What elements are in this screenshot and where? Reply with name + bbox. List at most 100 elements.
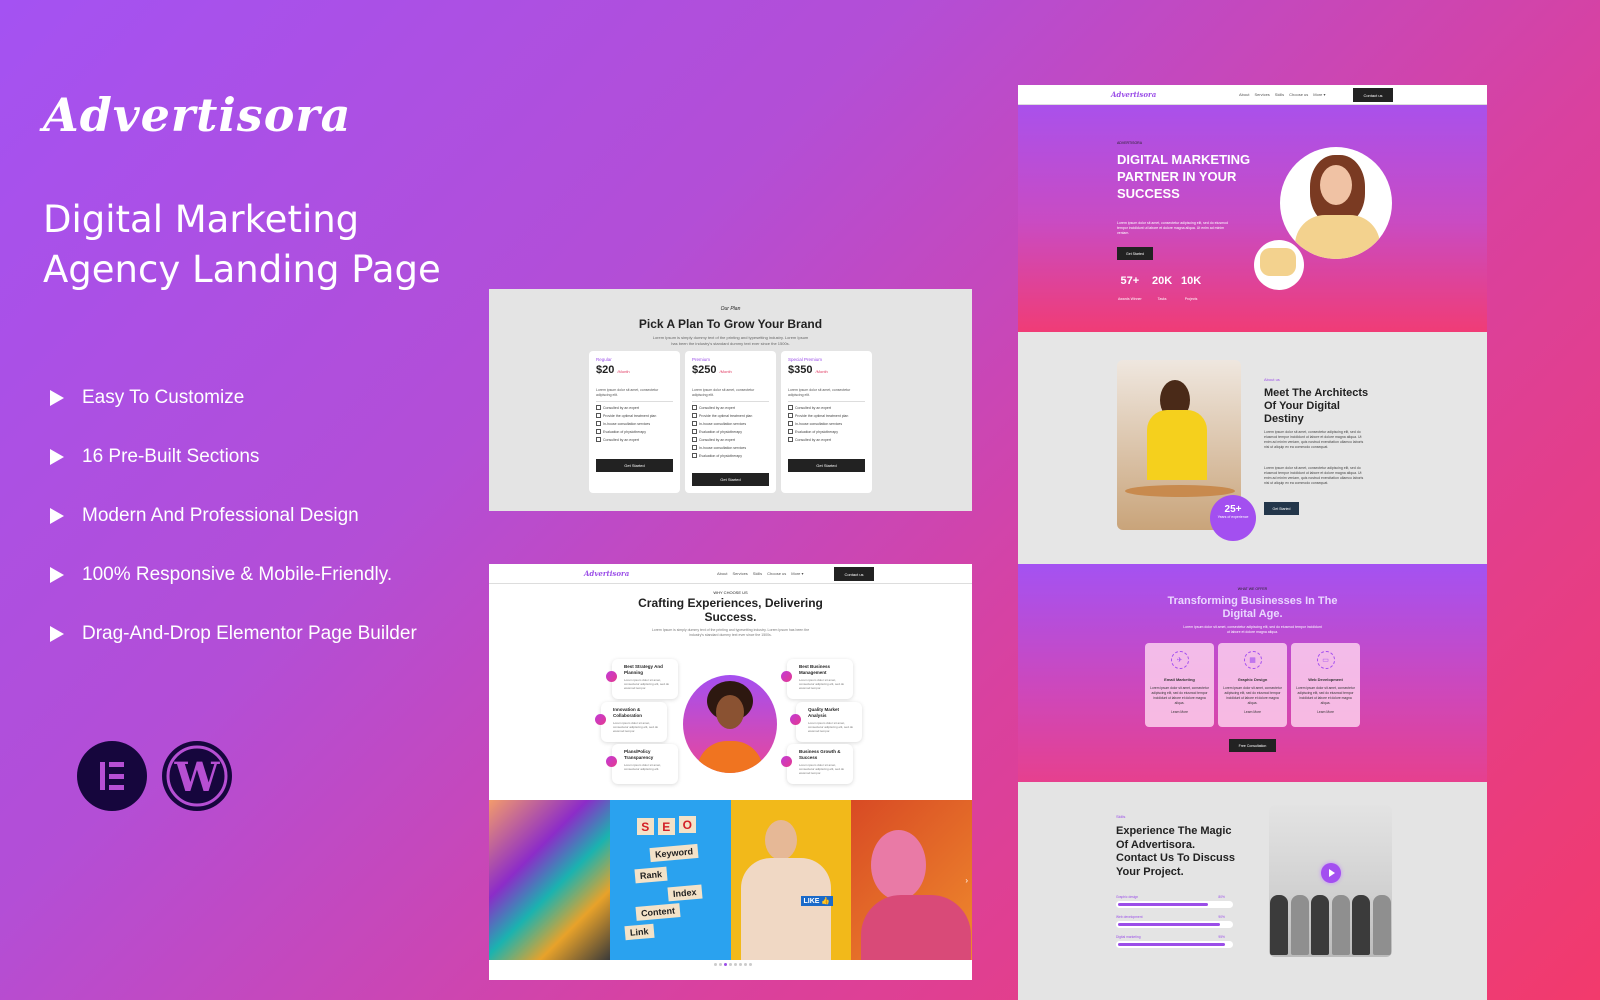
- feature-item: Modern And Professional Design: [50, 486, 417, 545]
- feature-card-icon: [606, 756, 617, 767]
- skill-bar-fill: [1118, 923, 1220, 926]
- learn-more-link[interactable]: Learn More: [1291, 710, 1360, 714]
- plan-desc: Lorem ipsum dolor sit amet, consectetur …: [788, 388, 865, 402]
- brand-logo: Advertisora: [43, 88, 352, 142]
- contact-us-button[interactable]: Contact us: [834, 567, 874, 581]
- services-section: WHAT WE OFFER Transforming Businesses In…: [1018, 564, 1487, 782]
- nav-link-more[interactable]: More ▾: [791, 571, 803, 576]
- plan-feature: Consulted by an expert: [788, 437, 865, 442]
- feature-label: 16 Pre-Built Sections: [82, 445, 260, 467]
- checkbox-icon: [596, 405, 601, 410]
- learn-more-link[interactable]: Learn More: [1145, 710, 1214, 714]
- checkbox-icon: [788, 429, 793, 434]
- service-card: ✈ Email Marketing Lorem ipsum dolor sit am…: [1145, 643, 1214, 727]
- navbar: Advertisora About Services Skills Choose…: [1018, 85, 1487, 105]
- checkbox-icon: [692, 429, 697, 434]
- skills-section: Skills Experience The Magic Of Advertiso…: [1018, 782, 1487, 1000]
- feature-card: Plans/Policy Transparency Lorem ipsum dol…: [606, 744, 678, 784]
- feature-list: Easy To Customize 16 Pre-Built Sections …: [50, 368, 417, 663]
- plan-card-premium: Premium $250 /Month Lorem ipsum dolor si…: [685, 351, 776, 493]
- hero-get-started-button[interactable]: Get Started: [1117, 247, 1153, 260]
- feature-item: 16 Pre-Built Sections: [50, 427, 417, 486]
- checkbox-icon: [788, 437, 793, 442]
- full-page-preview: Advertisora About Services Skills Choose…: [1018, 85, 1487, 1000]
- play-arrow-icon: [50, 389, 64, 406]
- play-arrow-icon: [50, 566, 64, 583]
- feature-card: Best Business Management Lorem ipsum dolo…: [781, 659, 853, 699]
- headline: Digital Marketing Agency Landing Page: [43, 195, 441, 295]
- learn-more-link[interactable]: Learn More: [1218, 710, 1287, 714]
- nav-link-skills[interactable]: Skills: [753, 571, 762, 576]
- nav-link-more[interactable]: More ▾: [1313, 92, 1325, 97]
- hero-kicker: ADVERTISORA: [1117, 141, 1143, 145]
- feature-card-icon: [595, 714, 606, 725]
- skills-kicker: Skills: [1116, 814, 1126, 819]
- nav-link-about[interactable]: About: [717, 571, 727, 576]
- plan-feature: Consulted by an expert: [788, 405, 865, 410]
- nav-link-choose-us[interactable]: Choose us: [767, 571, 786, 576]
- nav-logo[interactable]: Advertisora: [1111, 90, 1156, 99]
- checkbox-icon: [692, 413, 697, 418]
- about-paragraph: Lorem ipsum dolor sit amet, consectetur …: [1264, 466, 1364, 485]
- play-icon[interactable]: [1321, 863, 1341, 883]
- chevron-right-icon[interactable]: ›: [965, 876, 968, 885]
- get-started-button[interactable]: Get Started: [596, 459, 673, 472]
- pricing-title: Pick A Plan To Grow Your Brand: [638, 317, 823, 331]
- plan-feature: Provide the optimal treatment plan: [692, 413, 769, 418]
- slider-dot[interactable]: [719, 963, 722, 966]
- experience-badge: 25+ Years of experience: [1210, 495, 1256, 541]
- checkbox-icon: [692, 405, 697, 410]
- nav-link-skills[interactable]: Skills: [1275, 92, 1284, 97]
- checkbox-icon: [596, 421, 601, 426]
- slider-dot[interactable]: [739, 963, 742, 966]
- feature-label: Modern And Professional Design: [82, 504, 359, 526]
- checkbox-icon: [596, 413, 601, 418]
- service-card: ▦ Graphic Design Lorem ipsum dolor sit ame…: [1218, 643, 1287, 727]
- plan-card-special-premium: Special Premium $350 /Month Lorem ipsum …: [781, 351, 872, 493]
- about-title: Meet The Architects Of Your Digital Dest…: [1264, 387, 1369, 425]
- skill-bar-fill: [1118, 943, 1226, 946]
- plan-price: $250 /Month: [692, 364, 732, 376]
- checkbox-icon: [788, 421, 793, 426]
- plan-price: $350 /Month: [788, 364, 828, 376]
- nav-link-services[interactable]: Services: [732, 571, 747, 576]
- get-started-button[interactable]: Get Started: [692, 473, 769, 486]
- nav-logo[interactable]: Advertisora: [584, 569, 629, 578]
- plan-feature: Evaluation of physiotherapy: [692, 429, 769, 434]
- nav-link-about[interactable]: About: [1239, 92, 1249, 97]
- nav-link-choose-us[interactable]: Choose us: [1289, 92, 1308, 97]
- plan-feature: In-house consultation services: [596, 421, 673, 426]
- slider-dot[interactable]: [749, 963, 752, 966]
- get-started-button[interactable]: Get Started: [788, 459, 865, 472]
- slider-dot[interactable]: [744, 963, 747, 966]
- checkbox-icon: [788, 405, 793, 410]
- plan-feature: In-house consultation services: [788, 421, 865, 426]
- service-card: ▭ Web Development Lorem ipsum dolor sit am…: [1291, 643, 1360, 727]
- skill-bar: Digital marketing 95%: [1116, 935, 1233, 948]
- slider-dots: [714, 963, 752, 966]
- feature-item: Drag-And-Drop Elementor Page Builder: [50, 604, 417, 663]
- plan-feature: Consulted by an expert: [596, 437, 673, 442]
- headline-line-2: Agency Landing Page: [43, 248, 441, 291]
- navbar: Advertisora About Services Skills Choose…: [489, 564, 972, 584]
- nav-link-services[interactable]: Services: [1254, 92, 1269, 97]
- free-consultation-button[interactable]: Free Consultation: [1229, 739, 1276, 752]
- feature-card-icon: [781, 671, 792, 682]
- pricing-kicker: Our Plan: [720, 306, 741, 312]
- skill-bar: Graphic design 80%: [1116, 895, 1233, 908]
- slider-dot[interactable]: [729, 963, 732, 966]
- feature-card-icon: [606, 671, 617, 682]
- about-get-started-button[interactable]: Get Started: [1264, 502, 1299, 515]
- plan-price: $20 /Month: [596, 364, 630, 376]
- slider-dot[interactable]: [724, 963, 727, 966]
- play-arrow-icon: [50, 625, 64, 642]
- why-choose-preview: Advertisora About Services Skills Choose…: [489, 564, 972, 980]
- gallery-image-like: LIKE 👍: [730, 800, 852, 960]
- feature-card-icon: [781, 756, 792, 767]
- contact-us-button[interactable]: Contact us: [1353, 88, 1393, 102]
- choose-title: Crafting Experiences, Delivering Success…: [638, 596, 823, 624]
- slider-dot[interactable]: [734, 963, 737, 966]
- about-paragraph: Lorem ipsum dolor sit amet, consectetur …: [1264, 430, 1364, 449]
- slider-dot[interactable]: [714, 963, 717, 966]
- checkbox-icon: [692, 453, 697, 458]
